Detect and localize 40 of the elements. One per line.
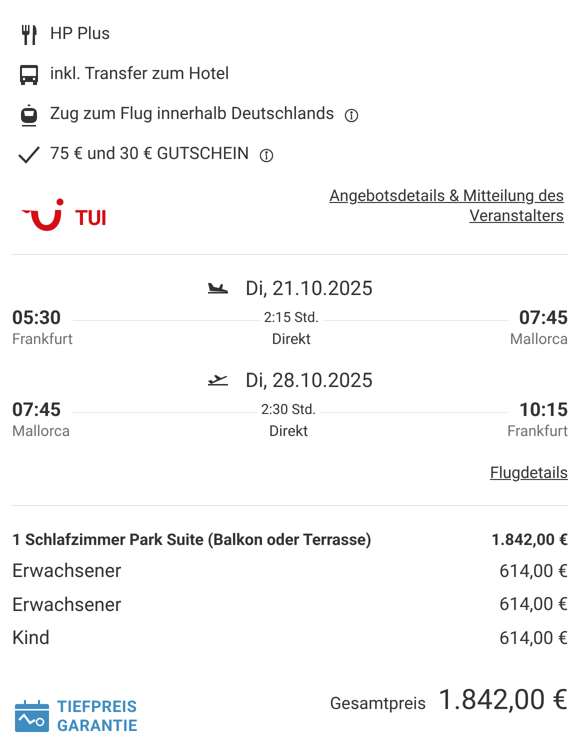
arrival-time: 10:15 [519,399,568,421]
total-label: Gesamtpreis [330,692,426,716]
price-line-amount: 1.842,00 € [491,529,568,551]
flight-details-link[interactable]: Flugdetails [490,461,568,485]
arrival-place: Mallorca [510,329,568,349]
price-line-amount: 614,00 € [499,626,568,651]
price-line-label: Erwachsener [12,592,122,618]
info-icon[interactable] [344,108,360,122]
flight-date: Di, 21.10.2025 [245,275,373,302]
bus-icon [18,63,40,87]
price-line-label: 1 Schlafzimmer Park Suite (Balkon oder Terrasse) [12,529,372,551]
price-line-amount: 614,00 € [499,593,568,618]
feature-text: HP Plus [50,23,110,46]
info-icon[interactable] [259,148,274,162]
flight-duration: 2:30 Std. [261,401,316,420]
flight-stops: Direkt [272,329,311,349]
train-icon [18,103,40,127]
arrival-time: 07:45 [519,307,568,329]
badge-text: GARANTIE [57,716,138,734]
departure-place: Mallorca [12,421,70,441]
tui-logo: TUI [19,198,106,234]
feature-text: inkl. Transfer zum Hotel [50,63,230,86]
price-line-label: Kind [12,625,50,651]
offer-details-link[interactable]: Angebotsdetails & Mitteilung des Veranstalters [328,186,564,226]
arrival-place: Frankfurt [507,421,568,441]
feature-text: 75 € und 30 € GUTSCHEIN [50,143,250,166]
calendar-chart-icon [15,700,49,732]
flight-date: Di, 28.10.2025 [245,367,373,394]
flight-stops: Direkt [269,421,308,441]
plane-takeoff-icon [207,374,230,386]
departure-place: Frankfurt [12,329,73,349]
departure-time: 07:45 [12,399,62,421]
flight-duration: 2:15 Std. [264,309,319,328]
badge-text: TIEFPREIS [57,696,138,716]
price-line-amount: 614,00 € [499,560,568,584]
departure-time: 05:30 [12,307,62,329]
price-line-label: Erwachsener [12,558,122,584]
feature-text: Zug zum Flug innerhalb Deutschlands [50,103,334,126]
total-price: 1.842,00 € [438,682,568,718]
plane-landing-icon [207,282,230,294]
